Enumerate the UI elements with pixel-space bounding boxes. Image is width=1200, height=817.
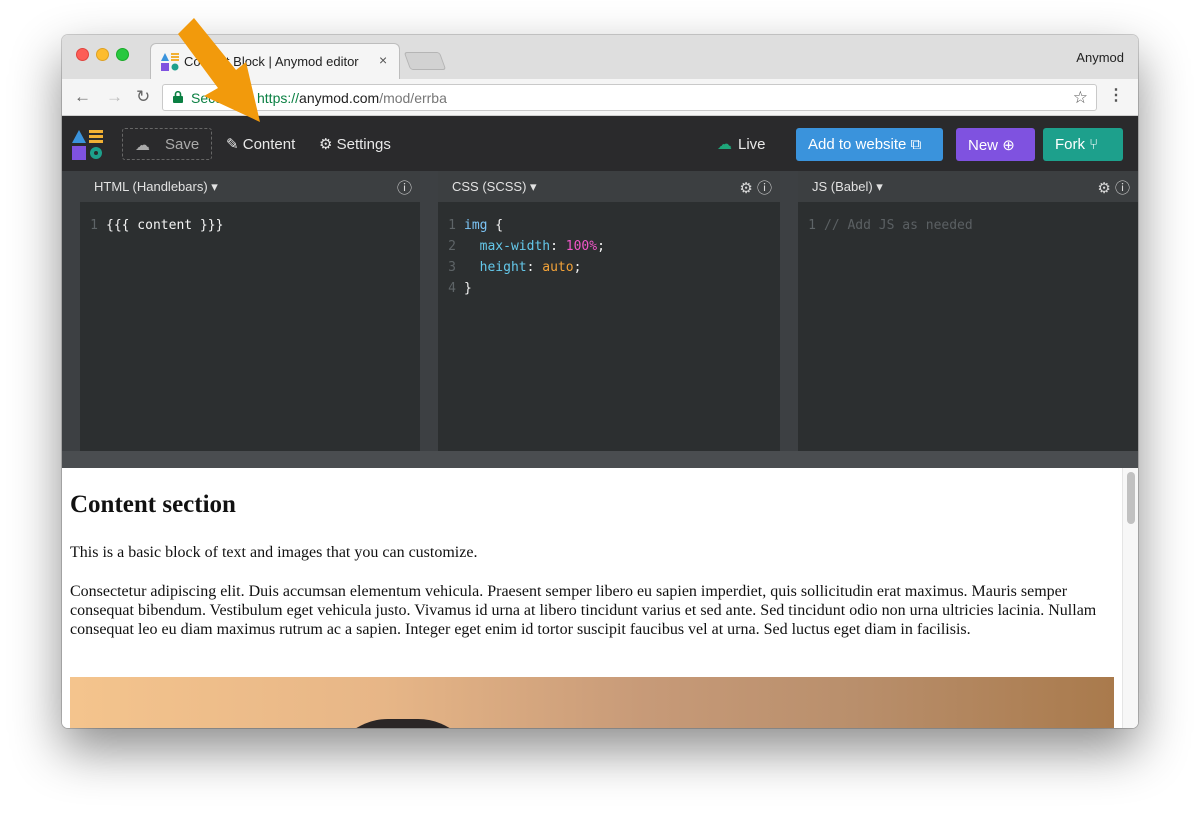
pane-settings-icons: ⚙ ⓘ: [739, 177, 772, 198]
gear-icon: ⚙: [319, 136, 333, 153]
line-number: 3: [448, 260, 456, 275]
settings-label: Settings: [336, 136, 391, 153]
css-code-editor[interactable]: 1 img { 2 max-width: 100%; 3 height: auto…: [438, 215, 780, 299]
pencil-icon: ✎: [226, 136, 239, 153]
line-number: 1: [90, 218, 98, 233]
code-text: }: [464, 281, 472, 296]
close-window-button[interactable]: [76, 48, 89, 61]
html-pane[interactable]: HTML (Handlebars) ▾ ⓘ 1 {{{ content }}}: [80, 171, 420, 451]
preview-scrollbar[interactable]: [1122, 468, 1138, 728]
line-number: 2: [448, 239, 456, 254]
content-label: Content: [242, 136, 296, 153]
js-code-editor[interactable]: 1 // Add JS as needed: [798, 215, 1138, 236]
cloud-check-icon: ☁: [717, 136, 732, 153]
url-path: /mod/errba: [379, 90, 447, 106]
url-text: https://anymod.com/mod/errba: [257, 90, 447, 106]
code-line: 2 max-width: 100%;: [438, 236, 780, 257]
help-icon[interactable]: ⓘ: [397, 177, 412, 198]
embed-icon: ⧉: [910, 136, 922, 153]
line-number: 1: [808, 218, 816, 233]
css-property: height: [464, 260, 527, 275]
css-pane-title[interactable]: CSS (SCSS) ▾: [452, 179, 537, 195]
forward-icon[interactable]: →: [106, 87, 123, 107]
code-text: ;: [597, 239, 605, 254]
cloud-upload-icon: ☁: [135, 137, 150, 154]
content-button[interactable]: ✎ Content: [226, 135, 295, 153]
plus-circle-icon: ⊕: [1002, 137, 1015, 154]
line-number: 1: [448, 218, 456, 233]
url-host: anymod.com: [299, 90, 380, 106]
css-value: auto: [542, 260, 574, 275]
minimize-window-button[interactable]: [96, 48, 109, 61]
fork-button[interactable]: Fork ⑂: [1043, 128, 1123, 161]
new-label: New: [968, 137, 999, 154]
help-icon[interactable]: ⓘ: [1115, 180, 1130, 197]
browser-window: Content Block | Anymod editor × Anymod ←…: [62, 35, 1138, 728]
css-pane[interactable]: CSS (SCSS) ▾ ⚙ ⓘ 1 img { 2 max-width: 100…: [438, 171, 780, 451]
preview-intro: This is a basic block of text and images…: [70, 544, 478, 561]
fork-label: Fork: [1055, 136, 1085, 153]
save-label: Save: [165, 136, 200, 153]
code-line: 1 img {: [438, 215, 780, 236]
menu-icon[interactable]: ⋮: [1108, 85, 1124, 105]
css-number: 100%: [565, 239, 598, 254]
js-pane-header: JS (Babel) ▾ ⚙ ⓘ: [798, 171, 1138, 202]
js-pane[interactable]: JS (Babel) ▾ ⚙ ⓘ 1 // Add JS as needed: [798, 171, 1138, 451]
code-comment: // Add JS as needed: [824, 218, 973, 233]
code-line: 3 height: auto;: [438, 257, 780, 278]
code-text: :: [550, 239, 566, 254]
save-button[interactable]: ☁ Save: [122, 128, 212, 160]
reload-icon[interactable]: ↻: [136, 87, 150, 107]
code-line: 1 // Add JS as needed: [798, 215, 1138, 236]
preview-pane: Content section This is a basic block of…: [62, 468, 1138, 728]
new-tab-button[interactable]: [403, 52, 447, 70]
code-line: 4}: [438, 278, 780, 299]
star-icon[interactable]: ☆: [1073, 88, 1088, 108]
css-property: max-width: [464, 239, 551, 254]
new-button[interactable]: New ⊕: [956, 128, 1035, 161]
code-text: {: [487, 218, 504, 233]
annotation-arrow-icon: [178, 18, 260, 122]
fork-icon: ⑂: [1089, 136, 1099, 153]
preview-image: [70, 677, 1114, 728]
anymod-logo-icon[interactable]: [72, 129, 104, 161]
html-pane-header: HTML (Handlebars) ▾ ⓘ: [80, 171, 420, 202]
preview-body: Consectetur adipiscing elit. Duis accums…: [70, 583, 1097, 638]
head: [328, 719, 478, 728]
code-line: 1 {{{ content }}}: [80, 215, 420, 236]
code-text: ;: [573, 260, 582, 275]
gear-icon[interactable]: ⚙: [739, 180, 752, 197]
zoom-window-button[interactable]: [116, 48, 129, 61]
url-input[interactable]: Secure https://anymod.com/mod/errba ☆: [162, 84, 1097, 111]
gear-icon[interactable]: ⚙: [1097, 180, 1110, 197]
html-code-editor[interactable]: 1 {{{ content }}}: [80, 215, 420, 236]
profile-name[interactable]: Anymod: [1076, 50, 1124, 65]
tab-close-icon[interactable]: ×: [379, 52, 387, 68]
settings-button[interactable]: ⚙ Settings: [319, 135, 391, 153]
css-selector: img: [464, 218, 488, 233]
code-text: {{{ content }}}: [106, 218, 224, 233]
scroll-thumb[interactable]: [1127, 472, 1135, 524]
resize-handle[interactable]: [62, 451, 1138, 468]
editor-area: HTML (Handlebars) ▾ ⓘ 1 {{{ content }}} C…: [62, 171, 1138, 451]
js-pane-title[interactable]: JS (Babel) ▾: [812, 179, 883, 195]
add-to-website-button[interactable]: Add to website ⧉: [796, 128, 943, 161]
html-pane-title[interactable]: HTML (Handlebars) ▾: [94, 179, 218, 195]
code-text: :: [526, 260, 543, 275]
live-label: Live: [738, 136, 766, 153]
back-icon[interactable]: ←: [74, 87, 91, 107]
preview-heading: Content section: [70, 491, 236, 518]
help-icon[interactable]: ⓘ: [757, 180, 772, 197]
line-number: 4: [448, 281, 456, 296]
css-pane-header: CSS (SCSS) ▾ ⚙ ⓘ: [438, 171, 780, 202]
pane-settings-icons: ⚙ ⓘ: [1097, 177, 1130, 198]
live-status[interactable]: ☁ Live: [717, 135, 766, 153]
add-label: Add to website: [808, 136, 907, 153]
